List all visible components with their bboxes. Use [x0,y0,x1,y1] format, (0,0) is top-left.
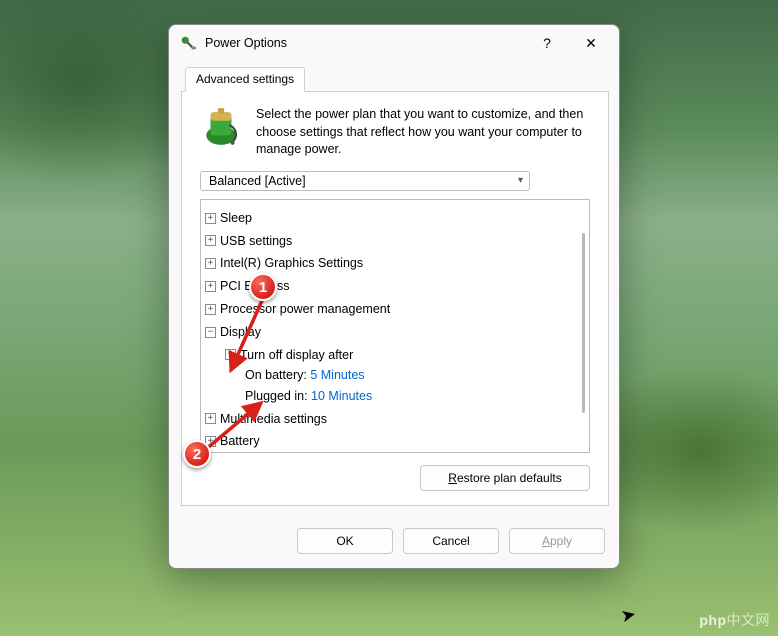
tab-bar: Advanced settings [181,67,609,92]
tree-node-battery[interactable]: +Battery [205,431,260,452]
tree-node-sleep[interactable]: +Sleep [205,208,252,229]
tree-node-usb[interactable]: +USB settings [205,231,292,252]
expand-icon[interactable]: + [205,281,216,292]
collapse-icon[interactable]: − [225,349,236,360]
expand-icon[interactable]: + [205,235,216,246]
restore-defaults-button[interactable]: Restore plan defaults [420,465,590,491]
restore-label-rest: estore plan defaults [457,471,562,485]
expand-icon[interactable]: + [205,413,216,424]
tree-node-turn-off-display[interactable]: −Turn off display after [225,345,353,366]
power-options-dialog: Power Options ? ✕ Advanced settings [168,24,620,569]
cancel-button[interactable]: Cancel [403,528,499,554]
expand-icon[interactable]: + [205,213,216,224]
tree-leaf-plugged-in[interactable]: Plugged in: 10 Minutes [245,386,585,407]
annotation-marker-1: 1 [249,273,277,301]
intro-text: Select the power plan that you want to c… [256,106,590,159]
apply-button[interactable]: Apply [509,528,605,554]
expand-icon[interactable]: + [205,258,216,269]
watermark: php中文网 [699,610,770,630]
power-battery-icon [200,106,242,148]
titlebar[interactable]: Power Options ? ✕ [169,25,619,61]
power-plug-icon [179,34,197,52]
chevron-down-icon: ▾ [518,175,523,186]
close-button[interactable]: ✕ [569,28,613,58]
help-button[interactable]: ? [525,28,569,58]
tree-scrollbar[interactable] [581,203,586,449]
value-on-battery[interactable]: 5 Minutes [310,368,364,382]
power-plan-selected: Balanced [Active] [209,174,306,188]
tree-leaf-on-battery[interactable]: On battery: 5 Minutes [245,365,585,386]
power-plan-select[interactable]: Balanced [Active] ▾ [200,171,530,191]
window-title: Power Options [205,36,287,50]
collapse-icon[interactable]: − [205,327,216,338]
tree-node-display[interactable]: −Display [205,322,261,343]
tree-node-multimedia[interactable]: +Multimedia settings [205,409,327,430]
tree-node-graphics[interactable]: +Intel(R) Graphics Settings [205,253,363,274]
annotation-marker-2: 2 [183,440,211,468]
value-plugged-in[interactable]: 10 Minutes [311,389,372,403]
tab-panel: Select the power plan that you want to c… [181,92,609,506]
settings-tree[interactable]: +Sleep +USB settings +Intel(R) Graphics … [200,199,590,453]
tree-node-processor[interactable]: +Processor power management [205,299,390,320]
dialog-footer: OK Cancel Apply [169,518,619,568]
ok-button[interactable]: OK [297,528,393,554]
expand-icon[interactable]: + [205,304,216,315]
scrollbar-thumb[interactable] [582,233,585,413]
tab-advanced-settings[interactable]: Advanced settings [185,67,305,92]
